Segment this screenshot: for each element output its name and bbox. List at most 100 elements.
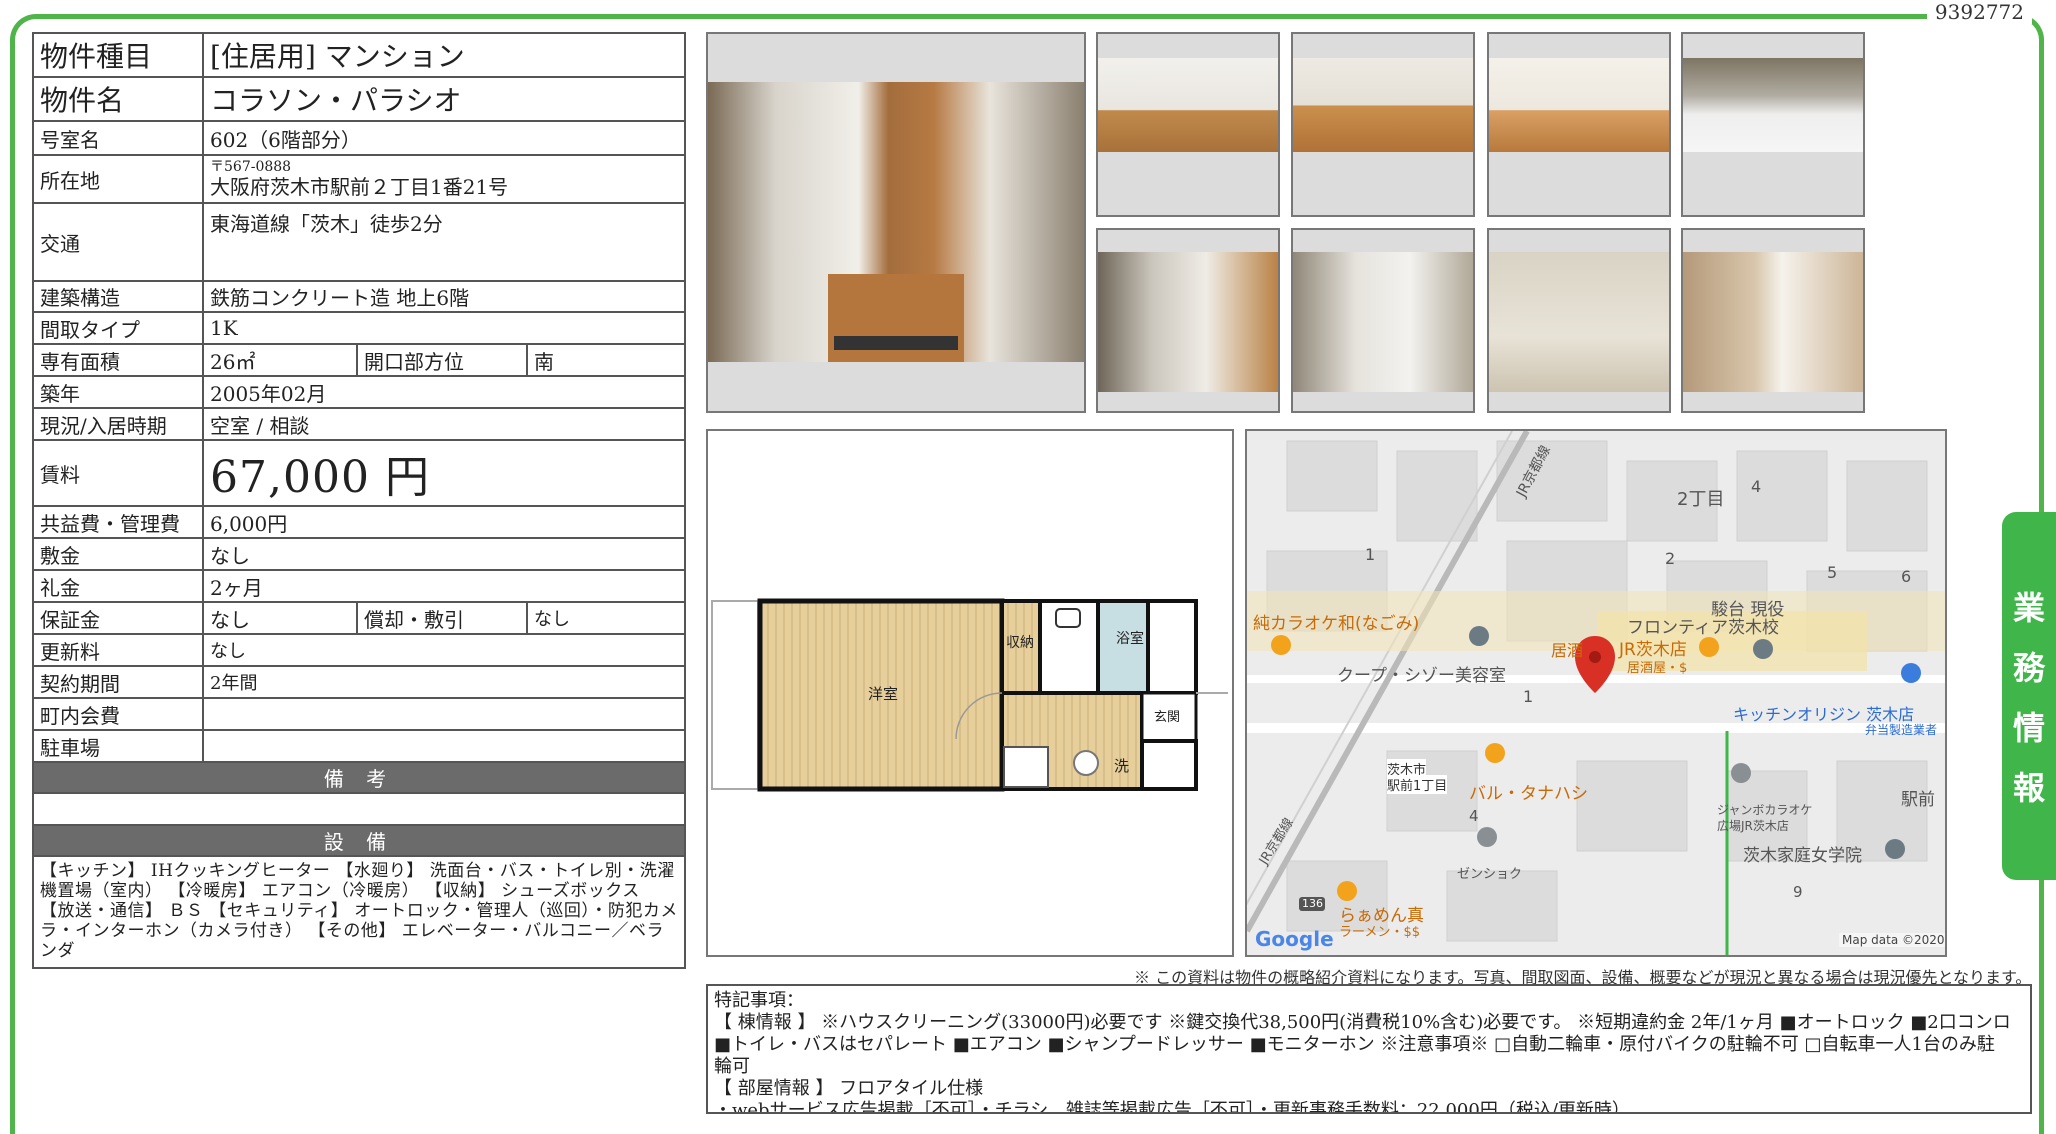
- built-label: 築年: [32, 375, 204, 409]
- key-money-label: 礼金: [32, 569, 204, 603]
- type-label: 物件種目: [32, 32, 204, 78]
- map-label: 弁当製造業者: [1865, 723, 1938, 737]
- layout-value: 1K: [202, 311, 686, 345]
- room-label: 号室名: [32, 120, 204, 156]
- deposit-label: 敷金: [32, 537, 204, 571]
- type-value: [住居用] マンション: [202, 32, 686, 78]
- structure-value: 鉄筋コンクリート造 地上6階: [202, 280, 686, 313]
- google-logo: Google: [1255, 927, 1334, 951]
- map-label: 6: [1901, 567, 1912, 586]
- area-value: 26㎡: [202, 343, 358, 377]
- map-label: ラーメン・$$: [1339, 925, 1421, 940]
- special-notes-line: 輪可: [714, 1056, 750, 1077]
- map-label: 2: [1665, 549, 1676, 568]
- remarks-value: [32, 792, 686, 826]
- floor-plan[interactable]: 洋室 収納 浴室 玄関 洗: [706, 429, 1234, 957]
- map-label: 9: [1793, 883, 1803, 901]
- map-label: 4: [1751, 477, 1762, 496]
- map-attribution: Map data ©2020: [1839, 933, 1945, 947]
- renewal-label: 更新料: [32, 633, 204, 667]
- photo-bathroom[interactable]: [1487, 228, 1671, 413]
- map-label: バル・タナハシ: [1469, 784, 1588, 804]
- renewal-value: なし: [202, 633, 686, 667]
- washer-label: 洗: [1114, 757, 1129, 775]
- side-tab-char: 業: [2012, 589, 2045, 627]
- map-label: 2丁目: [1677, 489, 1725, 510]
- built-value: 2005年02月: [202, 375, 686, 409]
- side-tab-char: 情: [2012, 709, 2045, 747]
- special-notes-line: 【 部屋情報 】 フロアタイル仕様: [714, 1078, 984, 1099]
- photo-toilet[interactable]: [1681, 228, 1865, 413]
- fee-value: 6,000円: [202, 505, 686, 539]
- special-notes-title: 特記事項：: [714, 990, 804, 1011]
- map-label: 居酒: [1551, 641, 1584, 660]
- side-tab-char: 報: [2012, 769, 2045, 807]
- business-info-tab[interactable]: 業 務 情 報: [2002, 512, 2056, 880]
- map-label: 1: [1523, 687, 1534, 706]
- direction-label: 開口部方位: [356, 343, 528, 377]
- room-value: 602（6階部分）: [202, 120, 686, 156]
- address-value: 大阪府茨木市駅前２丁目1番21号: [210, 175, 509, 199]
- rent-label: 賃料: [32, 439, 204, 507]
- special-notes-line: 【 棟情報 】 ※ハウスクリーニング(33000円)必要です ※鍵交換代38,5…: [714, 1012, 2011, 1033]
- name-value: コラソン・パラシオ: [202, 76, 686, 122]
- name-label: 物件名: [32, 76, 204, 122]
- photo-kitchen[interactable]: [1681, 32, 1865, 217]
- status-value: 空室 / 相談: [202, 407, 686, 441]
- storage-label: 収納: [1006, 635, 1034, 651]
- map-label: 駅前1丁目: [1387, 775, 1448, 794]
- contract-value: 2年間: [202, 665, 686, 699]
- map-label: 居酒屋・$: [1627, 661, 1688, 676]
- community-fee-label: 町内会費: [32, 697, 204, 731]
- parking-value: [202, 729, 686, 763]
- status-label: 現況/入居時期: [32, 407, 204, 441]
- map-label: 5: [1827, 563, 1838, 582]
- key-money-value: 2ヶ月: [202, 569, 686, 603]
- document-id: 9392772: [1926, 0, 2032, 24]
- map-label: 1: [1365, 545, 1376, 564]
- map-label: 広場JR茨木店: [1717, 819, 1789, 833]
- map-label: ジャンボカラオケ: [1717, 803, 1813, 817]
- property-spec-table: 物件種目 [住居用] マンション 物件名 コラソン・パラシオ 号室名 602（6…: [32, 32, 686, 969]
- map-label: 136: [1302, 897, 1323, 910]
- direction-value: 南: [526, 343, 686, 377]
- contract-label: 契約期間: [32, 665, 204, 699]
- amortization-label: 償却・敷引: [356, 601, 528, 635]
- community-fee-value: [202, 697, 686, 731]
- room-western-label: 洋室: [868, 685, 898, 703]
- amortization-value: なし: [526, 601, 686, 635]
- guarantee-label: 保証金: [32, 601, 204, 635]
- address-label: 所在地: [32, 154, 204, 204]
- access-value: 東海道線「茨木」徒歩2分: [202, 202, 686, 282]
- main-photo-hallway[interactable]: [706, 32, 1086, 413]
- special-notes-line: ■トイレ・バスはセパレート ■エアコン ■シャンプードレッサー ■モニターホン …: [714, 1034, 1995, 1055]
- photo-room-2[interactable]: [1291, 32, 1475, 217]
- photo-kitchen-entry[interactable]: [1096, 228, 1280, 413]
- map-label: 駅前: [1901, 790, 1935, 810]
- map-label: 純カラオケ和(なごみ): [1253, 614, 1420, 634]
- fee-label: 共益費・管理費: [32, 505, 204, 539]
- side-tab-char: 務: [2012, 649, 2045, 687]
- floor-plan-drawing: 洋室 収納 浴室 玄関 洗: [711, 598, 1228, 792]
- map-label: ゼンショク: [1457, 867, 1523, 882]
- equipment-text: 【キッチン】 IHクッキングヒーター 【水廻り】 洗面台・バス・トイレ別・洗濯機…: [32, 855, 686, 969]
- map-background: [1247, 431, 1945, 955]
- entrance-label: 玄関: [1154, 710, 1180, 725]
- photo-room-1[interactable]: [1096, 32, 1280, 217]
- map-label: クープ・シゾー美容室: [1337, 666, 1506, 686]
- layout-label: 間取タイプ: [32, 311, 204, 345]
- special-notes-line: ・webサービス広告掲載［不可］・チラシ、雑誌等掲載広告［不可］・更新事務手数料…: [714, 1100, 1630, 1114]
- equipment-header: 設 備: [32, 824, 686, 857]
- photo-washroom[interactable]: [1291, 228, 1475, 413]
- area-label: 専有面積: [32, 343, 204, 377]
- rent-value: 67,000 円: [202, 439, 686, 507]
- parking-label: 駐車場: [32, 729, 204, 763]
- bath-label: 浴室: [1116, 630, 1144, 647]
- photo-room-3[interactable]: [1487, 32, 1671, 217]
- location-map[interactable]: 2丁目 4 1 2 5 6 JR京都線 純カラオケ和(なごみ) 駿台 現役 フロ…: [1245, 429, 1947, 957]
- zip-code: 〒567-0888: [210, 159, 292, 175]
- map-label: 茨木家庭女学院: [1743, 846, 1862, 866]
- structure-label: 建築構造: [32, 280, 204, 313]
- remarks-header: 備 考: [32, 761, 686, 794]
- deposit-value: なし: [202, 537, 686, 571]
